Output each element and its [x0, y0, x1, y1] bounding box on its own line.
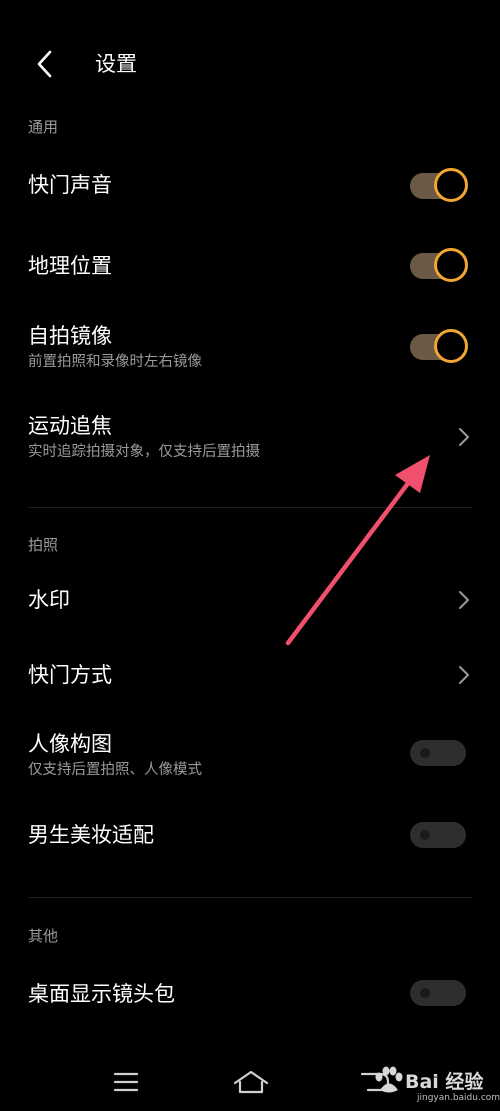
nav-menu-button[interactable] — [104, 1062, 148, 1102]
toggle-knob — [420, 748, 430, 758]
portrait-composition-toggle[interactable] — [410, 740, 466, 766]
setting-subtitle: 前置拍照和录像时左右镜像 — [28, 354, 202, 370]
setting-row-shutter-sound[interactable]: 快门声音 — [0, 150, 500, 222]
setting-title: 人像构图 — [28, 732, 112, 756]
setting-row-mirror-selfie[interactable]: 自拍镜像 前置拍照和录像时左右镜像 — [0, 310, 500, 390]
toggle-knob — [434, 329, 468, 363]
toggle-knob — [434, 248, 468, 282]
setting-row-desktop-lens-pack[interactable]: 桌面显示镜头包 — [0, 960, 500, 1028]
back-button[interactable] — [28, 44, 64, 84]
male-makeup-toggle[interactable] — [410, 822, 466, 848]
chevron-left-icon — [37, 50, 52, 78]
watermark-url: jingyan.baidu.com — [417, 1093, 500, 1103]
toggle-knob — [420, 988, 430, 998]
setting-title: 快门方式 — [28, 663, 112, 687]
paw-logo-icon — [375, 1066, 403, 1093]
setting-row-motion-focus[interactable]: 运动追焦 实时追踪拍摄对象，仅支持后置拍摄 — [0, 400, 500, 480]
chevron-right-icon — [459, 591, 469, 609]
setting-subtitle: 实时追踪拍摄对象，仅支持后置拍摄 — [28, 444, 260, 460]
setting-title: 运动追焦 — [28, 414, 112, 438]
chevron-right-icon — [459, 428, 469, 446]
setting-row-portrait-composition[interactable]: 人像构图 仅支持后置拍照、人像模式 — [0, 718, 500, 800]
toggle-knob — [434, 168, 468, 202]
baidu-watermark: Bai 经验 jingyan.baidu.com — [365, 1055, 500, 1105]
section-divider — [28, 897, 472, 898]
setting-row-shutter-mode[interactable]: 快门方式 — [0, 640, 500, 710]
watermark-brand-text: Bai 经验 — [405, 1071, 484, 1093]
section-label-other: 其他 — [28, 927, 59, 945]
setting-title: 地理位置 — [28, 254, 112, 278]
setting-title: 快门声音 — [28, 173, 112, 197]
header-bar: 设置 — [0, 0, 500, 128]
chevron-right-icon — [459, 666, 469, 684]
page-title: 设置 — [95, 52, 137, 76]
setting-row-male-makeup[interactable]: 男生美妆适配 — [0, 805, 500, 867]
nav-home-button[interactable] — [229, 1062, 273, 1102]
setting-title: 男生美妆适配 — [28, 823, 154, 847]
home-icon — [233, 1070, 269, 1094]
setting-row-location[interactable]: 地理位置 — [0, 230, 500, 302]
shutter-sound-toggle[interactable] — [410, 168, 468, 202]
desktop-lens-pack-toggle[interactable] — [410, 980, 466, 1006]
setting-title: 桌面显示镜头包 — [28, 982, 175, 1006]
setting-title: 自拍镜像 — [28, 324, 112, 348]
setting-subtitle: 仅支持后置拍照、人像模式 — [28, 762, 202, 778]
section-label-photo: 拍照 — [28, 536, 59, 554]
location-toggle[interactable] — [410, 248, 468, 282]
section-label-general: 通用 — [28, 118, 59, 136]
section-divider — [28, 507, 472, 508]
mirror-selfie-toggle[interactable] — [410, 329, 468, 363]
setting-row-watermark[interactable]: 水印 — [0, 565, 500, 635]
setting-title: 水印 — [28, 588, 70, 612]
menu-icon — [113, 1072, 139, 1092]
toggle-knob — [420, 830, 430, 840]
